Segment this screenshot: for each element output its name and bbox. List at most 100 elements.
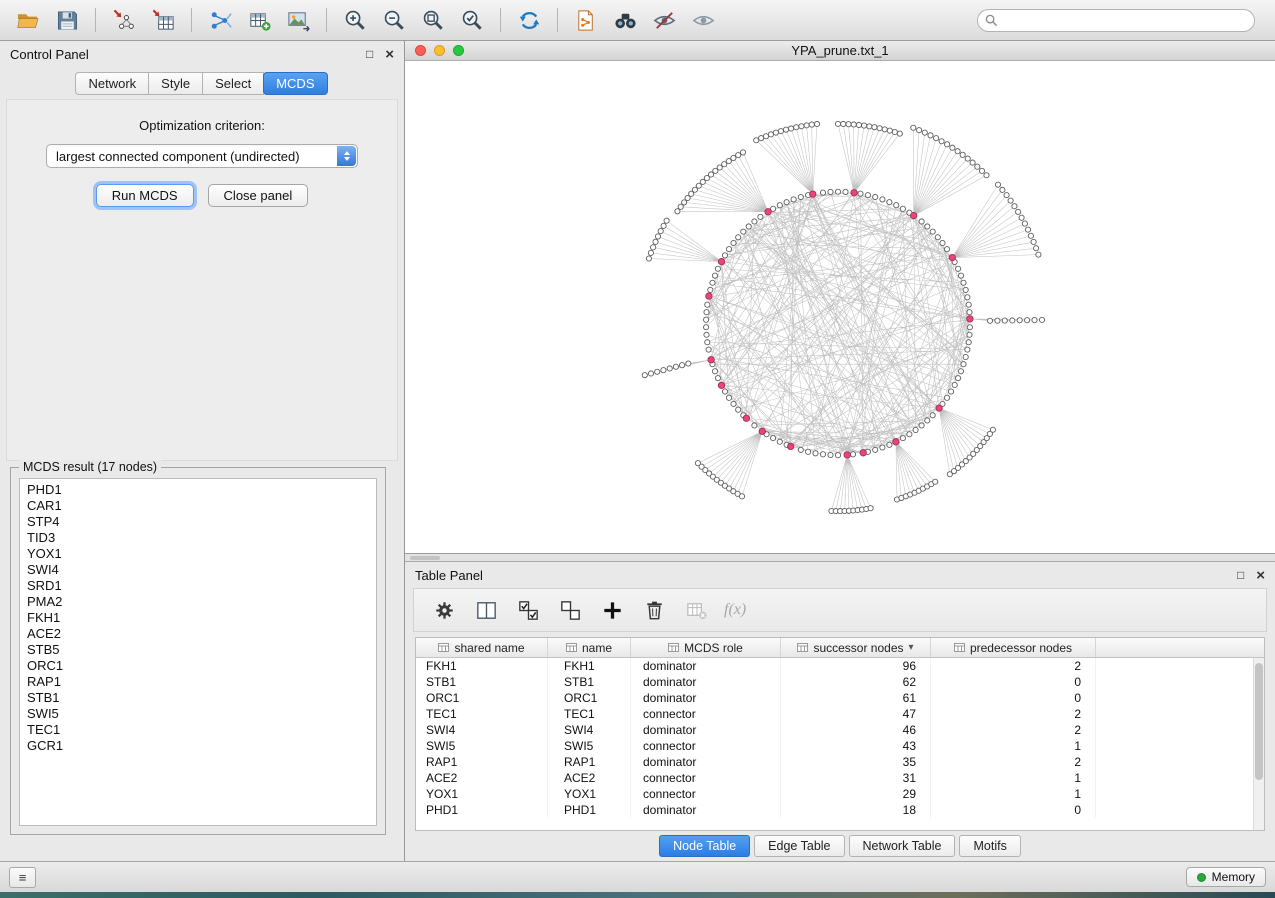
zoom-in-button[interactable]: [337, 4, 373, 36]
table-toolbar: f(x): [413, 588, 1267, 632]
table-row[interactable]: SWI5SWI5connector431: [416, 738, 1264, 754]
column-header-MCDS-role[interactable]: MCDS role: [631, 638, 781, 657]
table-row[interactable]: YOX1YOX1connector291: [416, 786, 1264, 802]
select-all-button[interactable]: [512, 594, 544, 626]
mcds-result-item[interactable]: TEC1: [27, 722, 376, 738]
zoom-selected-button[interactable]: [454, 4, 490, 36]
mcds-result-item[interactable]: FKH1: [27, 610, 376, 626]
table-scrollbar-thumb[interactable]: [1255, 663, 1263, 780]
tab-motifs[interactable]: Motifs: [959, 835, 1020, 857]
cell-filler: [1096, 658, 1264, 674]
table-panel: Table Panel □ ×: [405, 562, 1275, 861]
mcds-result-item[interactable]: SRD1: [27, 578, 376, 594]
refresh-button[interactable]: [511, 4, 547, 36]
mcds-result-item[interactable]: PHD1: [27, 482, 376, 498]
close-panel-button[interactable]: Close panel: [208, 184, 309, 207]
mcds-result-item[interactable]: CAR1: [27, 498, 376, 514]
mcds-result-item[interactable]: PMA2: [27, 594, 376, 610]
function-builder-button[interactable]: f(x): [724, 601, 746, 619]
control-panel-float-button[interactable]: □: [366, 48, 373, 60]
delete-table-icon: [684, 598, 709, 623]
network-graph-canvas[interactable]: [405, 61, 1275, 553]
table-row[interactable]: PHD1PHD1dominator180: [416, 802, 1264, 818]
deselect-all-button[interactable]: [554, 594, 586, 626]
table-row[interactable]: ORC1ORC1dominator610: [416, 690, 1264, 706]
splitter-grip-icon[interactable]: [410, 556, 440, 560]
maximize-window-button[interactable]: [453, 45, 464, 56]
cell-filler: [1096, 722, 1264, 738]
mcds-result-item[interactable]: STP4: [27, 514, 376, 530]
search-input[interactable]: [977, 9, 1255, 32]
cell-predecessor-nodes: 0: [931, 674, 1096, 690]
mcds-result-item[interactable]: TID3: [27, 530, 376, 546]
zoom-in-icon: [343, 8, 368, 33]
save-button[interactable]: [49, 4, 85, 36]
tab-network[interactable]: Network: [75, 72, 149, 95]
mcds-result-item[interactable]: SWI4: [27, 562, 376, 578]
table-row[interactable]: RAP1RAP1dominator352: [416, 754, 1264, 770]
show-panels-button[interactable]: ≡: [9, 867, 36, 888]
main-toolbar: [0, 0, 1275, 41]
tab-style[interactable]: Style: [148, 72, 203, 95]
mcds-result-item[interactable]: ACE2: [27, 626, 376, 642]
table-panel-close-button[interactable]: ×: [1256, 568, 1265, 583]
toolbar-separator: [557, 8, 558, 32]
run-mcds-button[interactable]: Run MCDS: [96, 184, 194, 207]
column-layout-button[interactable]: [470, 594, 502, 626]
mcds-result-item[interactable]: STB1: [27, 690, 376, 706]
sort-arrow-icon[interactable]: ▾: [909, 642, 914, 653]
network-canvas-container[interactable]: [405, 61, 1275, 553]
tab-mcds[interactable]: MCDS: [263, 72, 327, 95]
table-panel-float-button[interactable]: □: [1237, 569, 1244, 581]
open-folder-button[interactable]: [10, 4, 46, 36]
table-row[interactable]: ACE2ACE2connector311: [416, 770, 1264, 786]
column-header-shared-name[interactable]: shared name: [416, 638, 548, 657]
tab-select[interactable]: Select: [202, 72, 264, 95]
close-window-button[interactable]: [415, 45, 426, 56]
tab-node-table[interactable]: Node Table: [659, 835, 750, 857]
minimize-window-button[interactable]: [434, 45, 445, 56]
network-window-titlebar[interactable]: YPA_prune.txt_1: [405, 41, 1275, 61]
show-details-button[interactable]: [685, 4, 721, 36]
cell-successor-nodes: 46: [781, 722, 931, 738]
optimization-criterion-select[interactable]: largest connected component (undirected): [46, 144, 358, 168]
table-settings-button[interactable]: [428, 594, 460, 626]
memory-button[interactable]: Memory: [1186, 867, 1266, 887]
delete-table-button[interactable]: [680, 594, 712, 626]
cell-shared-name: PHD1: [416, 802, 548, 818]
import-network-button[interactable]: [106, 4, 142, 36]
mcds-result-list[interactable]: PHD1CAR1STP4TID3YOX1SWI4SRD1PMA2FKH1ACE2…: [19, 478, 377, 826]
column-header-successor-nodes[interactable]: successor nodes▾: [781, 638, 931, 657]
horizontal-splitter[interactable]: [405, 554, 1275, 562]
column-header-name[interactable]: name: [548, 638, 631, 657]
control-panel-close-button[interactable]: ×: [385, 47, 394, 62]
import-table-button[interactable]: [145, 4, 181, 36]
tab-edge-table[interactable]: Edge Table: [754, 835, 844, 857]
zoom-fit-button[interactable]: [415, 4, 451, 36]
mcds-result-item[interactable]: SWI5: [27, 706, 376, 722]
delete-row-button[interactable]: [638, 594, 670, 626]
hide-details-button[interactable]: [646, 4, 682, 36]
column-header-predecessor-nodes[interactable]: predecessor nodes: [931, 638, 1096, 657]
table-row[interactable]: TEC1TEC1connector472: [416, 706, 1264, 722]
export-network-button[interactable]: [202, 4, 238, 36]
mcds-result-item[interactable]: RAP1: [27, 674, 376, 690]
cell-filler: [1096, 674, 1264, 690]
add-row-button[interactable]: [596, 594, 628, 626]
cell-mcds-role: connector: [631, 786, 781, 802]
mcds-result-item[interactable]: YOX1: [27, 546, 376, 562]
export-image-button[interactable]: [280, 4, 316, 36]
zoom-out-button[interactable]: [376, 4, 412, 36]
cell-predecessor-nodes: 1: [931, 738, 1096, 754]
tab-network-table[interactable]: Network Table: [849, 835, 956, 857]
mcds-result-item[interactable]: STB5: [27, 642, 376, 658]
mcds-result-item[interactable]: ORC1: [27, 658, 376, 674]
table-scrollbar[interactable]: [1253, 658, 1264, 830]
search-network-button[interactable]: [607, 4, 643, 36]
mcds-result-item[interactable]: GCR1: [27, 738, 376, 754]
table-row[interactable]: FKH1FKH1dominator962: [416, 658, 1264, 674]
share-document-button[interactable]: [568, 4, 604, 36]
table-row[interactable]: SWI4SWI4dominator462: [416, 722, 1264, 738]
export-table-button[interactable]: [241, 4, 277, 36]
table-row[interactable]: STB1STB1dominator620: [416, 674, 1264, 690]
